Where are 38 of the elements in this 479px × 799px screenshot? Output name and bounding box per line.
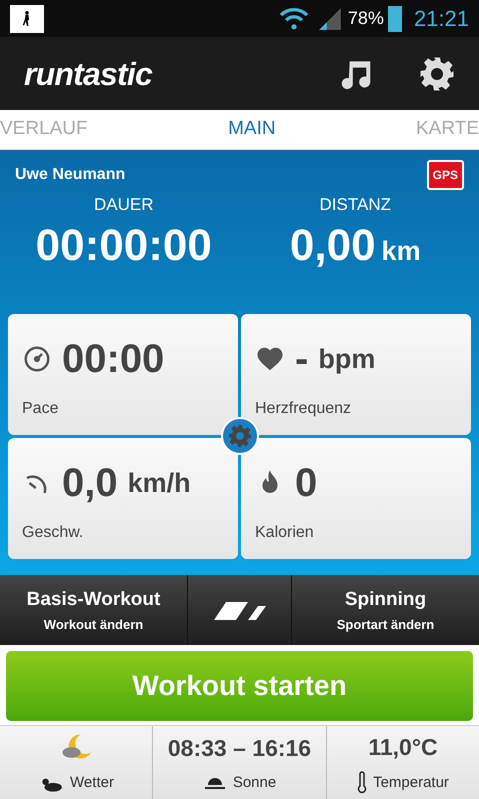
info-label: Sonne [232, 772, 276, 792]
battery-icon [388, 6, 402, 32]
settings-icon[interactable] [419, 56, 455, 92]
wifi-icon [278, 6, 310, 32]
sport-selector[interactable]: Spinning Sportart ändern [292, 575, 479, 645]
app-logo: runtastic [24, 54, 152, 94]
tile-label: Geschw. [22, 523, 84, 543]
metric-value: 00:00:00 [36, 220, 212, 272]
sport-subtitle: Sportart ändern [336, 616, 434, 634]
speedometer-icon [22, 344, 52, 374]
tile-label: Pace [22, 399, 60, 419]
sport-title: Spinning [344, 588, 426, 612]
tile-value: - [295, 336, 308, 383]
tab[interactable]: MAIN [228, 115, 276, 144]
gps-badge: GPS [426, 160, 464, 190]
workout-subtitle: Workout ändern [44, 616, 144, 634]
user-name: Uwe Neumann [15, 165, 126, 185]
metric-value: 0,00 [290, 220, 376, 272]
metric-label: DAUER [94, 194, 154, 216]
metric-unit: km [382, 234, 421, 268]
tile-unit: km/h [128, 466, 191, 500]
runner-icon[interactable] [10, 4, 44, 32]
tile-label: Kalorien [255, 523, 315, 543]
tile-value: 00:00 [62, 336, 164, 383]
tile-label: Herzfrequenz [255, 399, 352, 419]
clock-time: 21:21 [414, 5, 469, 33]
tile-value: 0,0 [62, 460, 118, 507]
tile-unit: bpm [318, 342, 376, 376]
metric-label: DISTANZ [320, 194, 391, 216]
battery-percentage: 78% [348, 7, 384, 30]
thermometer-icon [357, 770, 368, 795]
info-value: 08:33 – 16:16 [168, 734, 312, 763]
tile-value: 0 [295, 460, 318, 507]
workout-title: Basis-Workout [26, 588, 160, 612]
workout-selector[interactable]: Basis-Workout Workout ändern [0, 575, 188, 645]
info-value: 11,0°C [368, 733, 438, 762]
info-label: Temperatur [373, 772, 449, 792]
info-label: Wetter [70, 773, 114, 794]
